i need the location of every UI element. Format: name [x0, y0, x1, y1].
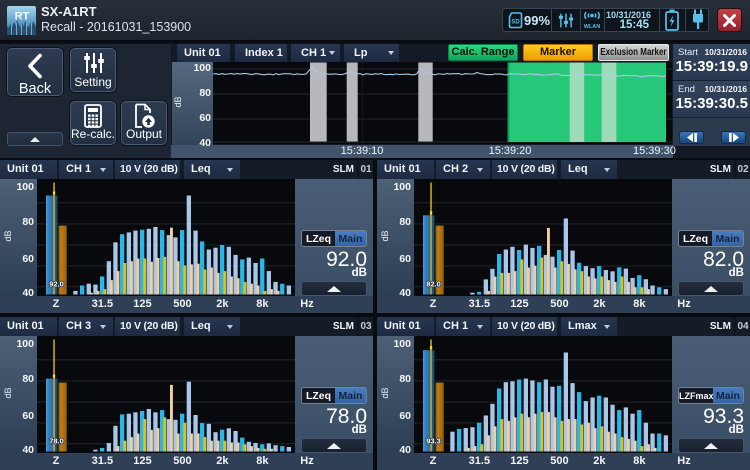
svg-text:93.3: 93.3	[426, 436, 441, 445]
svg-text:WLAN: WLAN	[584, 24, 601, 30]
svg-text:SD: SD	[511, 20, 520, 26]
svg-text:92.0: 92.0	[49, 279, 64, 288]
svg-text:82.0: 82.0	[426, 279, 441, 288]
svg-text:RT: RT	[15, 11, 30, 23]
svg-text:78.0: 78.0	[49, 436, 64, 445]
